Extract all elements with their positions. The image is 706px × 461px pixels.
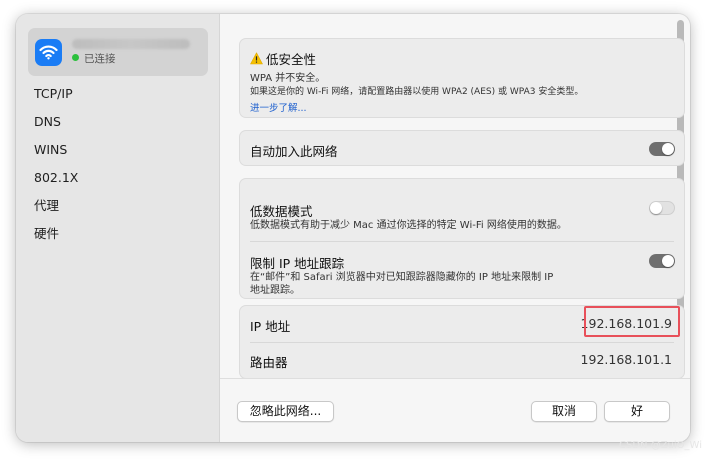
sidebar-item-wins[interactable]: WINS [34,136,78,164]
security-warning-card: 低安全性 WPA 并不安全。 如果这是你的 Wi-Fi 网络，请配置路由器以使用… [239,38,685,118]
security-title-row: 低安全性 [250,49,316,68]
network-settings-window: 已连接 TCP/IP DNS WINS 802.1X 代理 硬件 低安全性 WP… [16,14,690,442]
toggle-knob [650,202,662,214]
auto-join-card: 自动加入此网络 [239,130,685,166]
wifi-icon [35,39,62,66]
limit-ip-tracking-description-line1: 在“邮件”和 Safari 浏览器中对已知跟踪器隐藏你的 IP 地址来限制 IP [250,272,554,283]
sidebar-item-hardware[interactable]: 硬件 [34,220,78,248]
limit-ip-tracking-toggle[interactable] [649,254,675,268]
forget-network-button[interactable]: 忽略此网络... [237,401,334,422]
router-label: 路由器 [250,355,288,370]
network-status-text: 已连接 [84,53,116,65]
security-description: 如果这是你的 Wi-Fi 网络，请配置路由器以使用 WPA2 (AES) 或 W… [250,87,584,97]
data-privacy-card: 低数据模式 低数据模式有助于减少 Mac 通过你选择的特定 Wi-Fi 网络使用… [239,178,685,299]
divider [250,241,674,242]
dialog-footer: 忽略此网络... 取消 好 [220,378,690,442]
network-name-redacted [72,39,190,49]
divider [250,342,674,343]
ip-address-label: IP 地址 [250,319,291,334]
learn-more-link[interactable]: 进一步了解... [250,100,307,114]
limit-ip-tracking-description-line2: 地址跟踪。 [250,285,300,296]
cancel-button[interactable]: 取消 [531,401,597,422]
ip-address-highlight-box [584,306,680,337]
sidebar-item-dns[interactable]: DNS [34,108,78,136]
toggle-knob [662,143,674,155]
ip-info-card: IP 地址 192.168.101.9 路由器 192.168.101.1 [239,305,685,379]
auto-join-toggle[interactable] [649,142,675,156]
connected-status-dot [72,54,79,61]
warning-icon [250,52,263,65]
low-data-mode-label: 低数据模式 [250,204,313,219]
sidebar-network-card[interactable]: 已连接 [28,28,208,76]
sidebar: 已连接 TCP/IP DNS WINS 802.1X 代理 硬件 [16,14,220,442]
sidebar-item-proxy[interactable]: 代理 [34,192,78,220]
watermark: CSDN @ZuiO_Wi [619,440,702,451]
router-value: 192.168.101.1 [580,352,672,367]
limit-ip-tracking-label: 限制 IP 地址跟踪 [250,256,345,271]
auto-join-label: 自动加入此网络 [250,144,338,159]
ok-button[interactable]: 好 [604,401,670,422]
sidebar-item-tcpip[interactable]: TCP/IP [34,80,78,108]
sidebar-item-8021x[interactable]: 802.1X [34,164,78,192]
low-data-mode-toggle[interactable] [649,201,675,215]
security-subtitle: WPA 并不安全。 [250,73,326,84]
low-data-mode-description: 低数据模式有助于减少 Mac 通过你选择的特定 Wi-Fi 网络使用的数据。 [250,220,567,231]
sidebar-nav: TCP/IP DNS WINS 802.1X 代理 硬件 [34,80,78,248]
main-panel: 低安全性 WPA 并不安全。 如果这是你的 Wi-Fi 网络，请配置路由器以使用… [220,14,690,442]
toggle-knob [662,255,674,267]
security-title: 低安全性 [266,52,317,67]
